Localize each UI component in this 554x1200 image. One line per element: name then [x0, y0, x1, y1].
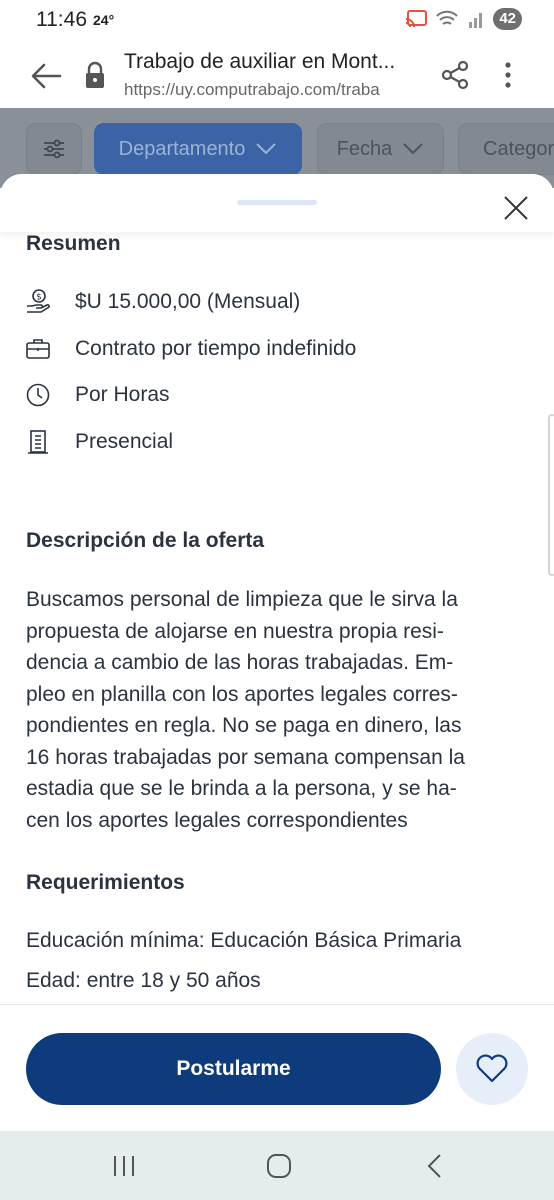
status-temperature: 24° — [93, 12, 115, 28]
description-line: 16 horas trabajadas por semana compensan… — [26, 745, 465, 769]
favorite-button[interactable] — [456, 1033, 528, 1105]
action-bar: Postularme — [0, 1004, 554, 1131]
signal-icon — [469, 13, 483, 28]
job-detail-sheet: Resumen $ $U 15.000,00 (Mensual) Contrat… — [0, 174, 554, 1131]
clock-icon — [26, 382, 50, 408]
url-field[interactable]: https://uy.computrabajo.com/traba — [124, 80, 424, 100]
building-icon — [26, 429, 50, 455]
apply-button[interactable]: Postularme — [26, 1033, 441, 1105]
recent-apps-icon[interactable] — [109, 1153, 139, 1179]
description-line: cen los aportes legales correspondientes — [26, 808, 408, 832]
requirements-title: Requerimientos — [26, 871, 185, 894]
requirement-age: Edad: entre 18 y 50 años — [26, 969, 261, 992]
filter-label: Departamento — [118, 137, 246, 160]
briefcase-icon — [26, 336, 50, 362]
svg-text:$: $ — [36, 293, 42, 303]
status-time: 11:46 — [36, 8, 87, 31]
scrollbar[interactable] — [548, 414, 554, 576]
summary-contract: Contrato por tiempo indefinido — [26, 334, 356, 364]
filter-settings-button[interactable] — [26, 123, 82, 175]
summary-text: Presencial — [75, 430, 174, 453]
wifi-icon — [436, 10, 459, 25]
more-vert-icon[interactable] — [498, 60, 518, 90]
description-line: estadia que se le brinda a la persona, y… — [26, 777, 457, 800]
system-nav-bar — [0, 1131, 554, 1200]
chevron-down-icon — [256, 143, 277, 155]
browser-toolbar: Trabajo de auxiliar en Mont... https://u… — [0, 42, 554, 108]
battery-icon: 42 — [493, 8, 522, 30]
close-icon[interactable] — [502, 194, 530, 222]
lock-icon[interactable] — [84, 60, 106, 90]
sliders-icon — [44, 139, 64, 159]
cast-icon — [406, 10, 428, 28]
description-title: Descripción de la oferta — [26, 529, 265, 552]
filter-label: Fecha — [336, 137, 393, 160]
heart-icon — [476, 1054, 508, 1083]
sheet-header — [0, 174, 554, 232]
description-text: Buscamos personal de limpieza que le sir… — [26, 584, 526, 836]
description-line: Buscamos personal de limpieza que le sir… — [26, 588, 458, 611]
summary-schedule: Por Horas — [26, 380, 170, 410]
description-line: dencia a cambio de las horas trabajadas.… — [26, 651, 454, 674]
summary-title: Resumen — [26, 232, 121, 255]
summary-text: Contrato por tiempo indefinido — [75, 337, 357, 360]
filter-departamento[interactable]: Departamento — [94, 123, 302, 175]
filter-label: Categor — [483, 137, 554, 160]
description-line: pondientes en regla. No se paga en diner… — [26, 714, 462, 737]
status-icons: 42 — [405, 8, 522, 30]
filter-fecha[interactable]: Fecha — [317, 123, 444, 175]
summary-salary: $ $U 15.000,00 (Mensual) — [26, 287, 300, 317]
drag-handle[interactable] — [237, 200, 317, 205]
description-line: pleo en planilla con los aportes legales… — [26, 682, 458, 706]
page-title[interactable]: Trabajo de auxiliar en Mont... — [124, 50, 424, 74]
summary-modality: Presencial — [26, 427, 173, 457]
salary-hand-icon: $ — [26, 289, 50, 315]
chevron-down-icon — [403, 143, 424, 155]
back-arrow-icon[interactable] — [30, 62, 62, 90]
description-line: propuesta de alojarse en nuestra propia … — [26, 619, 444, 643]
requirement-education: Educación mínima: Educación Básica Prima… — [26, 929, 462, 952]
home-icon[interactable] — [264, 1153, 294, 1179]
summary-text: $U 15.000,00 (Mensual) — [75, 290, 301, 313]
filter-categoria[interactable]: Categor — [458, 123, 554, 175]
share-icon[interactable] — [440, 60, 470, 90]
back-icon[interactable] — [420, 1153, 450, 1179]
summary-text: Por Horas — [75, 383, 170, 406]
status-bar: 11:46 24° 42 — [0, 0, 554, 42]
